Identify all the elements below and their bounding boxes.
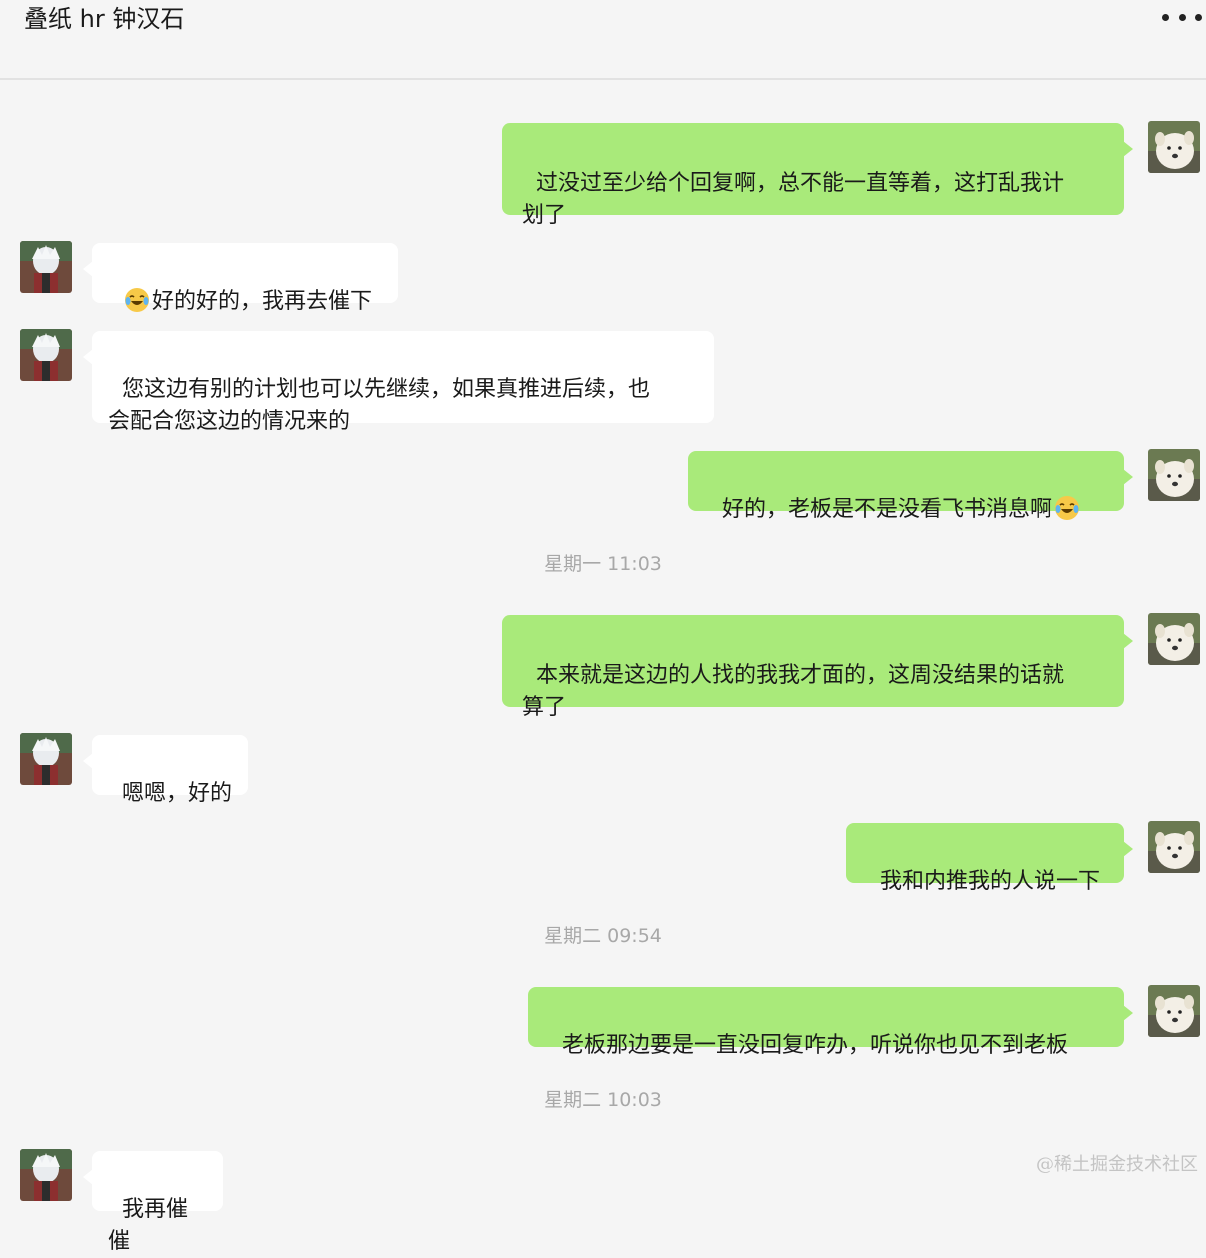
laugh-cry-emoji-icon [124, 287, 150, 313]
watermark: @稀土掘金技术社区 [1036, 1154, 1198, 1175]
message-timestamp: 星期一 11:03 [544, 553, 662, 575]
message-text: 好的好的，我再去催下 [152, 289, 373, 314]
my-avatar-icon[interactable] [1148, 985, 1200, 1037]
message-bubble-received[interactable]: 嗯嗯，好的 [83, 735, 248, 806]
message-bubble-sent[interactable]: 过没过至少给个回复啊，总不能一直等着，这打乱我计 划了 [502, 123, 1133, 228]
hr-avatar-icon[interactable] [20, 241, 72, 293]
message-text: 过没过至少给个回复啊，总不能一直等着，这打乱我计 划了 [522, 171, 1065, 228]
hr-avatar-icon[interactable] [20, 1149, 72, 1201]
message-bubble-sent[interactable]: 好的，老板是不是没看飞书消息啊 [688, 451, 1133, 522]
message-timestamp: 星期二 10:03 [544, 1089, 662, 1111]
my-avatar-icon[interactable] [1148, 613, 1200, 665]
laugh-cry-emoji-icon [1054, 495, 1080, 521]
message-text: 您这边有别的计划也可以先继续，如果真推进后续，也 会配合您这边的情况来的 [108, 377, 651, 434]
message-bubble-sent[interactable]: 老板那边要是一直没回复咋办，听说你也见不到老板 [528, 987, 1133, 1058]
message-bubble-sent[interactable]: 我和内推我的人说一下 [846, 823, 1133, 894]
message-text: 嗯嗯，好的 [122, 781, 233, 806]
my-avatar-icon[interactable] [1148, 121, 1200, 173]
hr-avatar-icon[interactable] [20, 733, 72, 785]
message-bubble-received[interactable]: 好的好的，我再去催下 [83, 243, 398, 314]
message-timestamp: 星期二 09:54 [544, 925, 662, 947]
message-bubble-received[interactable]: 您这边有别的计划也可以先继续，如果真推进后续，也 会配合您这边的情况来的 [83, 331, 714, 434]
chat-title: 叠纸 hr 钟汉石 [24, 5, 185, 33]
chat-header: 叠纸 hr 钟汉石 [0, 0, 1206, 80]
message-text: 本来就是这边的人找的我我才面的，这周没结果的话就 算了 [522, 663, 1065, 720]
message-text: 好的，老板是不是没看飞书消息啊 [722, 497, 1053, 522]
message-bubble-sent[interactable]: 本来就是这边的人找的我我才面的，这周没结果的话就 算了 [502, 615, 1133, 720]
message-text: 我再催催 [108, 1197, 189, 1254]
my-avatar-icon[interactable] [1148, 821, 1200, 873]
message-bubble-received[interactable]: 我再催催 [83, 1151, 223, 1254]
message-text: 我和内推我的人说一下 [880, 869, 1101, 894]
message-text: 老板那边要是一直没回复咋办，听说你也见不到老板 [562, 1033, 1069, 1058]
hr-avatar-icon[interactable] [20, 329, 72, 381]
more-icon[interactable] [1162, 2, 1202, 32]
my-avatar-icon[interactable] [1148, 449, 1200, 501]
